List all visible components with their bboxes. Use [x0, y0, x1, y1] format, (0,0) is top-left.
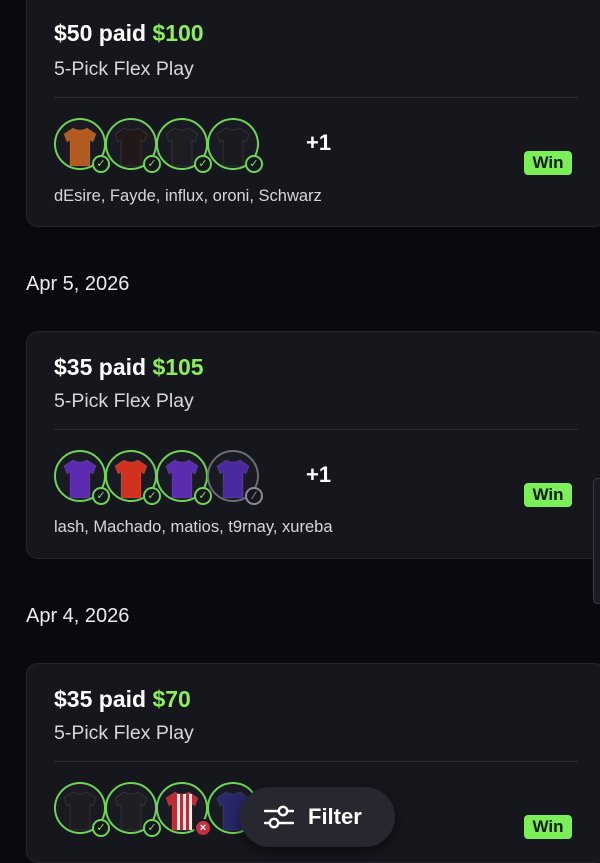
paid-amount: $50 paid — [54, 20, 147, 46]
extra-picks-count: +1 — [306, 462, 332, 487]
entry-title: $35 paid $105 — [54, 354, 204, 381]
scroll-handle[interactable] — [593, 478, 600, 604]
divider — [54, 429, 578, 430]
win-badge: Win — [524, 483, 572, 507]
filter-button[interactable]: Filter — [240, 787, 395, 847]
entry-card[interactable]: $35 paid $105 5-Pick Flex Play ✓ ✓ ✓ ∕ +1 la… — [26, 331, 600, 559]
player-names: dEsire, Fayde, influx, oroni, Schwarz — [54, 187, 322, 205]
payout-amount: $100 — [152, 20, 204, 46]
pick-avatars: ✓ ✓ ✓ ∕ +1 — [54, 450, 331, 506]
extra-picks-count: +1 — [306, 130, 332, 155]
date-header: Apr 5, 2026 — [26, 273, 130, 295]
entry-title: $35 paid $70 — [54, 686, 191, 713]
play-type: 5-Pick Flex Play — [54, 58, 194, 80]
check-icon: ✓ — [245, 155, 263, 173]
pick-avatars: ✓ ✓ ✓ ✓ +1 — [54, 118, 331, 174]
filter-label: Filter — [308, 804, 362, 829]
divider — [54, 761, 578, 762]
payout-amount: $105 — [152, 354, 204, 380]
paid-amount: $35 paid — [54, 354, 147, 380]
win-badge: Win — [524, 815, 572, 839]
paid-amount: $35 paid — [54, 686, 147, 712]
divider — [54, 97, 578, 98]
slash-icon: ∕ — [245, 487, 263, 505]
win-badge: Win — [524, 151, 572, 175]
entry-title: $50 paid $100 — [54, 20, 204, 47]
entry-card[interactable]: $50 paid $100 5-Pick Flex Play ✓ ✓ ✓ ✓ +1 dE… — [26, 0, 600, 227]
player-names: lash, Machado, matios, t9rnay, xureba — [54, 518, 333, 536]
play-type: 5-Pick Flex Play — [54, 722, 194, 744]
play-type: 5-Pick Flex Play — [54, 390, 194, 412]
sliders-icon — [264, 805, 294, 829]
payout-amount: $70 — [152, 686, 191, 712]
date-header: Apr 4, 2026 — [26, 605, 130, 627]
